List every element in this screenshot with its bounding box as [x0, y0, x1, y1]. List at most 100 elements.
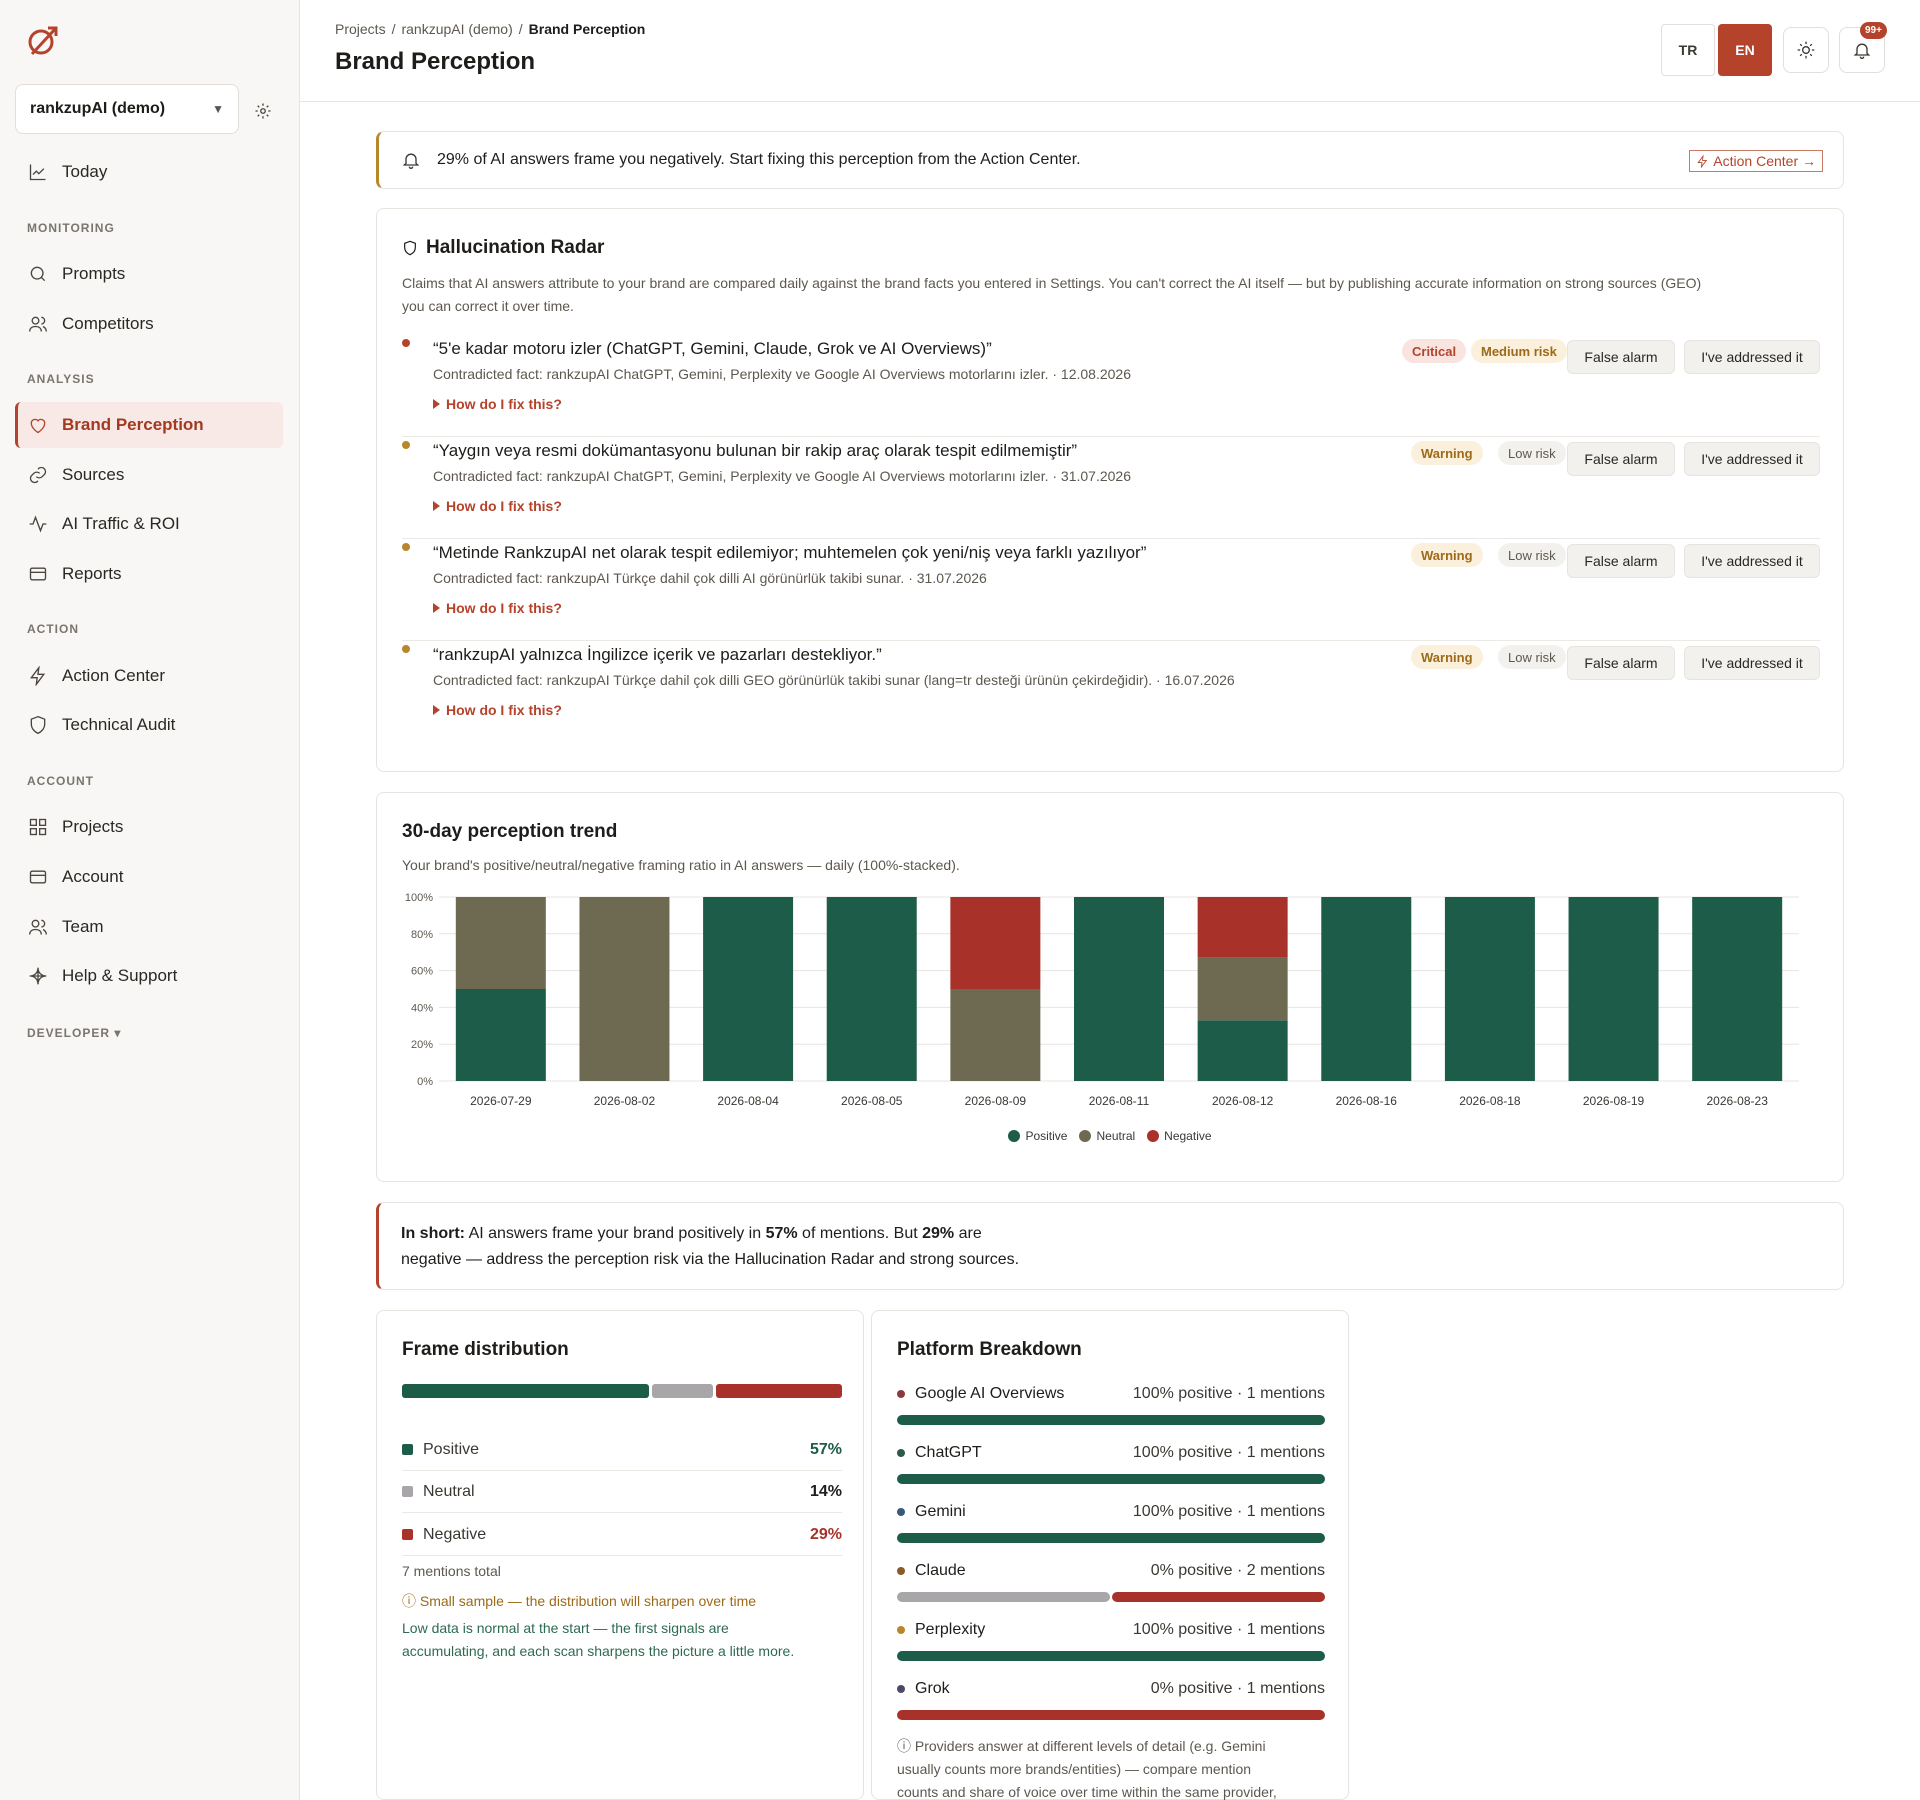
platform-name: Google AI Overviews	[915, 1385, 1065, 1402]
false-alarm-button[interactable]: False alarm	[1567, 340, 1675, 374]
sidebar-item-reports[interactable]: Reports	[15, 551, 283, 597]
platform-bar	[897, 1474, 1325, 1484]
perception-trend-chart: 0% 20% 40% 60% 80% 100% 2026-07-29 2026-08-02 20…	[405, 893, 1799, 1108]
platform-dot	[897, 1449, 905, 1457]
platform-stat: 100% positive · 1 mentions	[1132, 1444, 1325, 1461]
risk-badge: Low risk	[1498, 645, 1566, 669]
platform-name: ChatGPT	[915, 1444, 982, 1461]
search-icon	[30, 266, 46, 282]
y-tick-label: 0%	[417, 1076, 433, 1088]
page-title: Brand Perception	[335, 48, 536, 75]
sidebar-item-help[interactable]: Help & Support	[15, 953, 283, 999]
summary-line-2: negative — address the perception risk v…	[401, 1251, 1020, 1268]
false-alarm-button[interactable]: False alarm	[1567, 442, 1675, 476]
x-tick-label: 2026-08-02	[594, 1094, 656, 1108]
brand-logo-icon[interactable]	[26, 24, 60, 58]
contradicted-fact: Contradicted fact: rankzupAI ChatGPT, Ge…	[433, 468, 1131, 484]
users-icon	[29, 919, 47, 935]
sidebar-item-technical-audit[interactable]: Technical Audit	[15, 702, 283, 748]
frame-stacked-bar	[402, 1384, 842, 1398]
platform-bar	[897, 1533, 1325, 1543]
bar-positive	[1692, 897, 1783, 1081]
radar-description: Claims that AI answers attribute to your…	[402, 272, 1701, 318]
breadcrumb-projects[interactable]: Projects	[335, 21, 386, 37]
severity-dot	[402, 543, 410, 551]
radar-description-line: Claims that AI answers attribute to your…	[402, 275, 1702, 291]
how-to-fix-toggle[interactable]: How do I fix this?	[433, 396, 562, 412]
addressed-button[interactable]: I've addressed it	[1684, 544, 1820, 578]
frame-row-negative: Negative 29%	[402, 1514, 842, 1556]
negative-alert-banner: 29% of AI answers frame you negatively. …	[376, 131, 1844, 189]
platform-name: Perplexity	[915, 1621, 986, 1638]
how-to-fix-toggle[interactable]: How do I fix this?	[433, 600, 562, 616]
sidebar-item-label: Projects	[62, 817, 124, 836]
platform-bar-negative	[1112, 1592, 1325, 1602]
claim-quote: “Yaygın veya resmi dokümantasyonu buluna…	[433, 441, 1078, 460]
sidebar-item-projects[interactable]: Projects	[15, 804, 283, 850]
small-sample-note: ⓘ Small sample — the distribution will s…	[402, 1593, 757, 1609]
platform-bar-positive	[897, 1533, 1325, 1543]
bar-positive	[1321, 897, 1412, 1081]
frame-segment-neutral	[652, 1384, 714, 1398]
addressed-button[interactable]: I've addressed it	[1684, 646, 1820, 680]
frame-row-neutral: Neutral 14%	[402, 1471, 842, 1513]
bar-neutral	[455, 897, 546, 989]
legend-negative: Negative	[1147, 1129, 1212, 1143]
x-tick-label: 2026-08-18	[1459, 1094, 1521, 1108]
expand-triangle-icon	[433, 501, 440, 511]
language-tr-button[interactable]: TR	[1661, 24, 1715, 76]
activity-icon	[29, 515, 47, 533]
alert-text: 29% of AI answers frame you negatively. …	[437, 151, 1081, 168]
platform-row: Gemini 100% positive · 1 mentions	[897, 1503, 1325, 1543]
severity-dot	[402, 645, 410, 653]
bar-neutral	[950, 989, 1041, 1081]
project-selector[interactable]: rankzupAI (demo) ▼	[15, 84, 239, 134]
addressed-button[interactable]: I've addressed it	[1684, 442, 1820, 476]
frame-segment-negative	[716, 1384, 842, 1398]
risk-badge: Low risk	[1498, 441, 1566, 465]
severity-badge: Warning	[1411, 543, 1483, 567]
card-icon	[29, 567, 47, 581]
addressed-button[interactable]: I've addressed it	[1684, 340, 1820, 374]
sidebar-item-sources[interactable]: Sources	[15, 452, 283, 498]
risk-badge: Low risk	[1498, 543, 1566, 567]
summary-callout: In short: AI answers frame your brand po…	[376, 1202, 1844, 1290]
sidebar-item-competitors[interactable]: Competitors	[15, 301, 283, 347]
platform-stat: 0% positive · 2 mentions	[1150, 1562, 1325, 1579]
sidebar-item-team[interactable]: Team	[15, 904, 283, 950]
platform-dot	[897, 1567, 905, 1575]
action-center-link[interactable]: Action Center →	[1689, 150, 1823, 172]
low-data-note: Low data is normal at the start — the fi…	[402, 1620, 795, 1659]
shield-icon	[30, 715, 46, 735]
bar-positive	[1568, 897, 1659, 1081]
platform-row: Claude 0% positive · 2 mentions	[897, 1562, 1325, 1602]
platform-row: Grok 0% positive · 1 mentions	[897, 1680, 1325, 1720]
sidebar-item-brand-perception[interactable]: Brand Perception	[15, 402, 283, 448]
grid-icon	[29, 818, 47, 836]
sidebar-item-prompts[interactable]: Prompts	[15, 251, 283, 297]
language-en-button[interactable]: EN	[1718, 24, 1772, 76]
sidebar-item-account[interactable]: Account	[15, 854, 283, 900]
frame-distribution-card: Frame distribution Positive 57% Neutral 14%…	[376, 1310, 864, 1800]
theme-toggle-button[interactable]	[1783, 27, 1829, 73]
sidebar-item-ai-traffic[interactable]: AI Traffic & ROI	[15, 501, 283, 547]
users-icon	[29, 316, 47, 332]
false-alarm-button[interactable]: False alarm	[1567, 544, 1675, 578]
bar-negative	[950, 897, 1041, 989]
section-developer[interactable]: DEVELOPER ▾	[27, 1026, 121, 1040]
legend-positive: Positive	[1008, 1129, 1067, 1143]
x-tick-label: 2026-08-11	[1089, 1094, 1150, 1108]
frame-row-value: 57%	[809, 1440, 842, 1458]
false-alarm-button[interactable]: False alarm	[1567, 646, 1675, 680]
gear-icon[interactable]	[254, 102, 272, 120]
radar-heading: Hallucination Radar	[402, 237, 604, 259]
sidebar-item-today[interactable]: Today	[15, 149, 283, 195]
sidebar-item-label: Competitors	[62, 314, 154, 333]
claim-row: “5'e kadar motoru izler (ChatGPT, Gemini…	[402, 337, 1820, 437]
lightning-icon	[1697, 154, 1708, 168]
sidebar-item-action-center[interactable]: Action Center	[15, 653, 283, 699]
how-to-fix-toggle[interactable]: How do I fix this?	[433, 498, 562, 514]
breadcrumb-project[interactable]: rankzupAI (demo)	[401, 21, 512, 37]
how-to-fix-toggle[interactable]: How do I fix this?	[433, 702, 562, 718]
sidebar-item-label: Help & Support	[62, 966, 178, 985]
